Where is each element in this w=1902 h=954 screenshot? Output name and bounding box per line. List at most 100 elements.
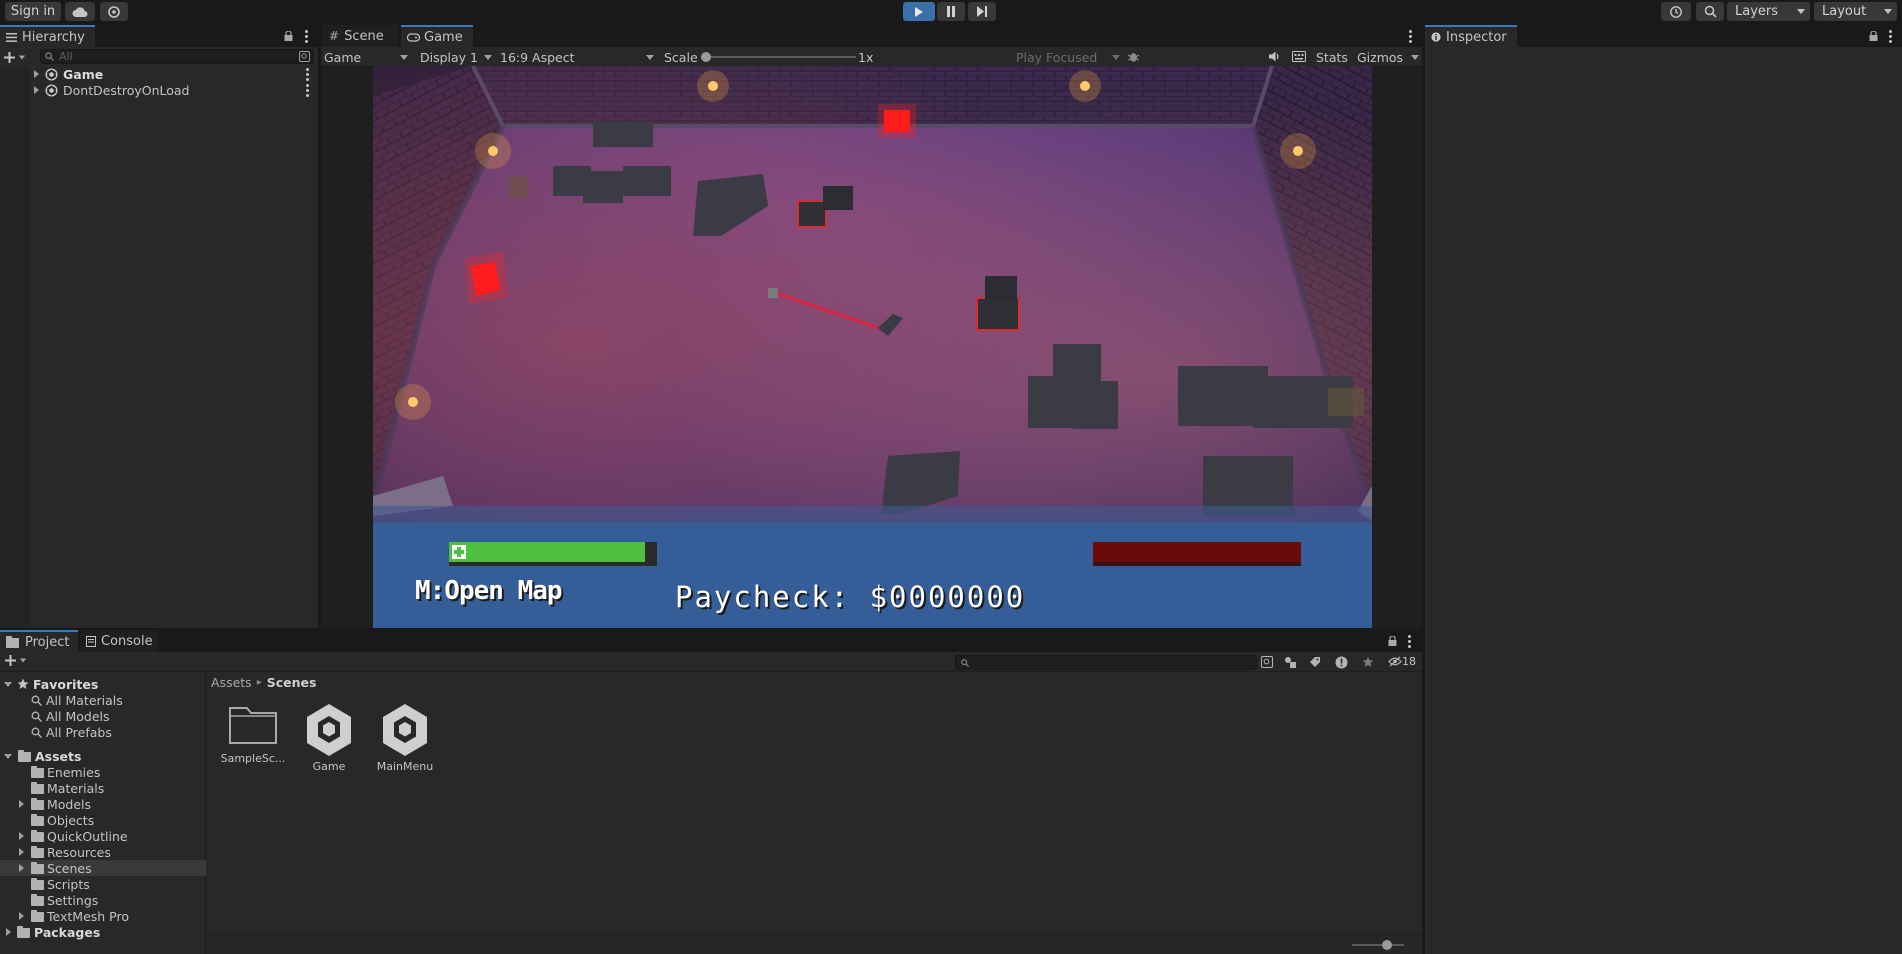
folder-label: Settings (47, 892, 99, 908)
play-focus-dropdown[interactable]: Play Focused (1016, 49, 1122, 65)
panel-divider[interactable] (1422, 25, 1425, 954)
create-button[interactable] (4, 50, 28, 64)
panel-divider[interactable] (318, 25, 321, 628)
eye-slash-icon (1388, 656, 1402, 667)
icon-size-slider-handle[interactable] (1382, 940, 1392, 950)
tab-project[interactable]: Project (0, 630, 78, 652)
hidden-packages-toggle[interactable]: 18 (1388, 655, 1416, 668)
lock-icon[interactable] (1388, 636, 1397, 646)
tab-console[interactable]: Console (80, 630, 158, 652)
expand-arrow-icon[interactable] (19, 800, 24, 808)
asset-folder-settings[interactable]: Settings (0, 892, 206, 908)
hierarchy-tabstrip: Hierarchy (0, 25, 318, 47)
step-icon (977, 6, 987, 17)
star-icon[interactable] (1362, 656, 1374, 668)
favorites-header[interactable]: Favorites (0, 676, 206, 692)
asset-folder-materials[interactable]: Materials (0, 780, 206, 796)
lock-icon[interactable] (1869, 31, 1878, 41)
layout-dropdown[interactable]: Layout (1814, 2, 1897, 21)
icon-size-slider[interactable] (1352, 940, 1404, 950)
expand-arrow-icon[interactable] (34, 70, 39, 78)
packages-header[interactable]: Packages (0, 924, 206, 940)
hierarchy-item-dontdestroyonload[interactable]: DontDestroyOnLoad (0, 82, 318, 98)
expand-arrow-icon[interactable] (6, 928, 11, 936)
asset-folder-resources[interactable]: Resources (0, 844, 206, 860)
console-icon (86, 635, 96, 647)
scale-value: 1x (858, 50, 874, 65)
hierarchy-item-game[interactable]: Game (0, 66, 318, 82)
asset-folder-objects[interactable]: Objects (0, 812, 206, 828)
scale-slider[interactable] (701, 52, 856, 62)
gizmos-dropdown[interactable]: Gizmos (1357, 49, 1419, 65)
asset-folder-quickoutline[interactable]: QuickOutline (0, 828, 206, 844)
project-search-input[interactable] (955, 655, 1257, 670)
keyboard-icon[interactable] (1292, 51, 1306, 62)
kebab-menu-icon[interactable] (305, 30, 308, 45)
chevron-down-icon (484, 55, 492, 60)
expand-arrow-icon[interactable] (19, 864, 24, 872)
chevron-down-icon (1884, 9, 1892, 14)
stats-button[interactable]: Stats (1316, 50, 1348, 65)
tab-scene[interactable]: # Scene (323, 25, 399, 47)
display-dropdown[interactable]: Display 1 (420, 49, 492, 65)
cloud-button[interactable] (65, 2, 95, 21)
favorite-item[interactable]: All Prefabs (0, 724, 206, 740)
asset-tile-mainmenu-scene[interactable]: MainMenu (367, 702, 443, 773)
kebab-menu-icon[interactable] (306, 84, 309, 99)
favorite-item-label: All Models (46, 708, 110, 724)
health-bar (449, 542, 657, 566)
tab-game[interactable]: Game (401, 25, 473, 47)
expand-arrow-icon[interactable] (19, 832, 24, 840)
asset-folder-enemies[interactable]: Enemies (0, 764, 206, 780)
speaker-icon[interactable] (1268, 50, 1281, 63)
kebab-menu-icon[interactable] (1408, 635, 1411, 650)
assets-header[interactable]: Assets (0, 748, 206, 764)
project-create-button[interactable] (5, 655, 27, 666)
pause-button[interactable] (937, 2, 965, 21)
search-by-type-icon[interactable] (1261, 656, 1273, 668)
play-button[interactable] (903, 2, 935, 21)
expand-arrow-icon[interactable] (19, 848, 24, 856)
sign-in-button[interactable]: Sign in (5, 2, 61, 21)
asset-folder-models[interactable]: Models (0, 796, 206, 812)
breadcrumb-item[interactable]: Assets (211, 675, 252, 690)
bug-icon[interactable] (1127, 50, 1140, 63)
asset-tile-samplescene-folder[interactable]: SampleSc... (215, 702, 291, 765)
favorite-item[interactable]: All Models (0, 708, 206, 724)
search-filter-icon[interactable] (299, 51, 310, 62)
panel-divider[interactable] (0, 628, 1422, 630)
scale-slider-handle[interactable] (701, 52, 711, 62)
layers-dropdown[interactable]: Layers (1727, 2, 1810, 21)
tab-hierarchy[interactable]: Hierarchy (0, 25, 95, 47)
sign-in-label: Sign in (10, 4, 56, 19)
asset-tile-game-scene[interactable]: Game (291, 702, 367, 773)
kebab-menu-icon[interactable] (1409, 30, 1412, 45)
expand-arrow-icon[interactable] (19, 912, 24, 920)
step-button[interactable] (968, 2, 996, 21)
game-mode-dropdown[interactable]: Game (324, 49, 412, 65)
tab-label: Inspector (1446, 29, 1507, 45)
game-viewport[interactable]: M:Open Map Paycheck: $0000000 (373, 66, 1372, 628)
aspect-dropdown[interactable]: 16:9 Aspect (500, 49, 654, 65)
asset-folder-textmesh-pro[interactable]: TextMesh Pro (0, 908, 206, 924)
expand-arrow-icon[interactable] (34, 86, 39, 94)
warning-filter-icon[interactable] (1335, 656, 1348, 669)
asset-label: SampleSc... (220, 752, 286, 765)
tab-inspector[interactable]: Inspector (1425, 25, 1517, 47)
filter-type-icon[interactable] (1284, 656, 1296, 668)
label-tag-icon[interactable] (1309, 656, 1321, 668)
list-icon (6, 32, 17, 42)
breadcrumb-item[interactable]: Scenes (267, 675, 317, 690)
asset-folder-scripts[interactable]: Scripts (0, 876, 206, 892)
search-button[interactable] (1696, 2, 1724, 21)
dropdown-value: Game (324, 49, 362, 65)
tab-label: Project (25, 634, 70, 650)
kebab-menu-icon[interactable] (1889, 30, 1892, 45)
favorite-item[interactable]: All Materials (0, 692, 206, 708)
history-button[interactable] (1661, 2, 1691, 21)
kebab-menu-icon[interactable] (306, 68, 309, 83)
asset-folder-scenes[interactable]: Scenes (0, 860, 206, 876)
lock-icon[interactable] (284, 31, 293, 41)
hierarchy-search-input[interactable]: All (40, 49, 314, 64)
collab-button[interactable] (100, 2, 128, 21)
